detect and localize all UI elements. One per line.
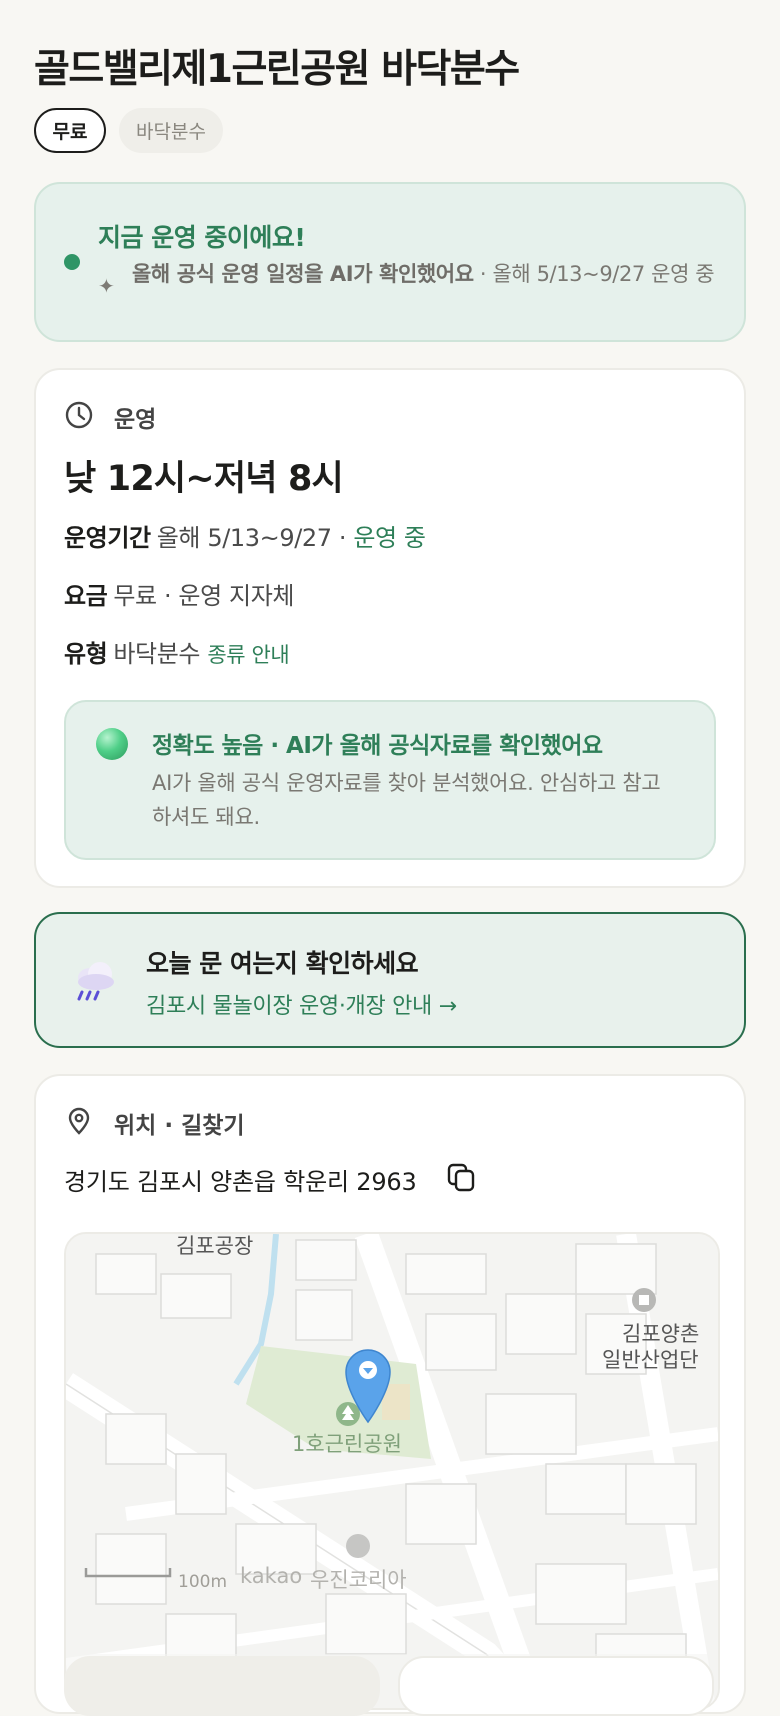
map-label-park: 1호근린공원 [292, 1432, 402, 1456]
status-note-rest: · 올해 5/13~9/27 운영 중 [473, 262, 715, 286]
accuracy-body: AI가 올해 공식 운영자료를 찾아 분석했어요. 안심하고 참고하셔도 돼요. [152, 771, 661, 829]
operating-hours: 낮 12시~저녁 8시 [64, 459, 344, 499]
period-label: 운영기간 [64, 524, 151, 552]
fee-row: 요금 무료 · 운영 지자체 [64, 576, 294, 611]
map-label-factory: 김포공장 [176, 1234, 254, 1258]
type-guide-link[interactable]: 종류 안내 [207, 643, 289, 667]
fee-value: 무료 · 운영 지자체 [113, 582, 295, 610]
open-check-banner[interactable]: 오늘 문 여는지 확인하세요 김포시 물놀이장 운영·개장 안내 → [34, 912, 746, 1048]
location-card: 위치 · 길찾기 경기도 김포시 양촌읍 학운리 2963 김포공장 1호근린공… [34, 1074, 746, 1714]
map-label-scale: 100m [178, 1572, 228, 1592]
page-title: 골드밸리제1근린공원 바닥분수 [34, 47, 520, 92]
status-headline: 지금 운영 중이에요! [98, 223, 306, 252]
map-label-company: 우진코리아 [310, 1568, 407, 1592]
open-check-headline: 오늘 문 여는지 확인하세요 [146, 949, 419, 978]
status-card: 지금 운영 중이에요! ✦ 올해 공식 운영 일정을 AI가 확인했어요 · 올… [34, 182, 746, 342]
period-value: 올해 5/13~9/27 · [156, 524, 354, 552]
open-check-link[interactable]: 김포시 물놀이장 운영·개장 안내 → [146, 988, 457, 1020]
map-pin-icon [68, 1107, 90, 1135]
map-view[interactable]: 김포공장 1호근린공원 김포양촌 일반산업단 100m kakao 우진코리아 [64, 1232, 720, 1710]
bottom-action-right[interactable] [398, 1656, 714, 1716]
map-brand-logo: kakao [240, 1564, 303, 1588]
accuracy-headline: 정확도 높음 · AI가 올해 공식자료를 확인했어요 [152, 733, 603, 759]
type-row: 유형 바닥분수 종류 안내 [64, 634, 290, 669]
status-dot-icon [64, 254, 80, 270]
bottom-action-left[interactable] [64, 1656, 380, 1716]
type-label: 유형 [64, 640, 108, 668]
map-label-industrial-2: 일반산업단 [602, 1348, 699, 1372]
type-value: 바닥분수 [113, 640, 208, 668]
accuracy-box: 정확도 높음 · AI가 올해 공식자료를 확인했어요 AI가 올해 공식 운영… [64, 700, 716, 860]
fee-chip[interactable]: 무료 [34, 108, 106, 153]
map-canvas [66, 1234, 718, 1708]
fee-label: 요금 [64, 582, 108, 610]
period-row: 운영기간 올해 5/13~9/27 · 운영 중 [64, 518, 426, 553]
operation-section-label: 운영 [114, 407, 157, 433]
type-chip[interactable]: 바닥분수 [119, 108, 223, 153]
rain-cloud-icon [77, 962, 114, 1001]
address-text: 경기도 김포시 양촌읍 학운리 2963 [64, 1168, 417, 1196]
status-note: 올해 공식 운영 일정을 AI가 확인했어요 · 올해 5/13~9/27 운영… [132, 260, 732, 289]
operation-card: 운영 낮 12시~저녁 8시 운영기간 올해 5/13~9/27 · 운영 중 요… [34, 368, 746, 888]
accuracy-orb-icon [96, 728, 128, 760]
copy-icon[interactable] [446, 1162, 476, 1192]
sparkle-icon: ✦ [98, 274, 115, 298]
period-status: 운영 중 [353, 524, 426, 552]
clock-icon [65, 401, 93, 429]
status-note-bold: 올해 공식 운영 일정을 AI가 확인했어요 [132, 262, 474, 286]
location-section-label: 위치 · 길찾기 [114, 1113, 245, 1139]
